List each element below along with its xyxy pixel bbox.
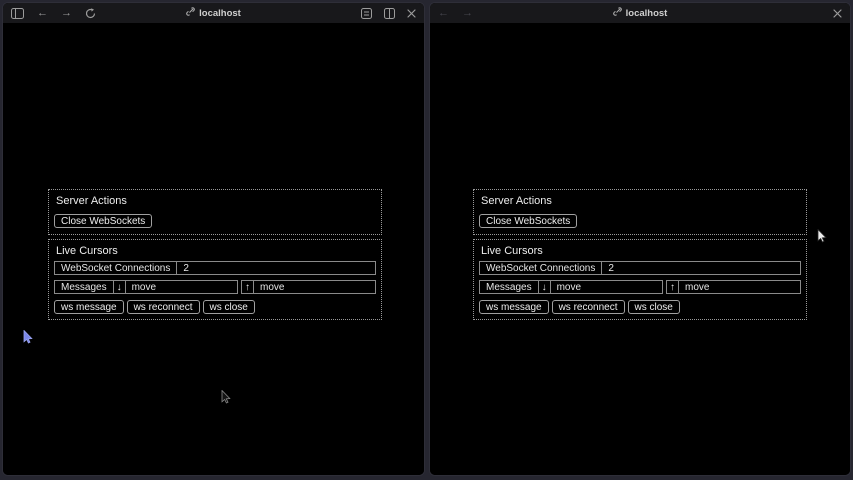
arrow-up-icon: ↑	[667, 281, 679, 293]
ws-close-button[interactable]: ws close	[628, 300, 680, 314]
connections-value: 2	[602, 262, 620, 274]
connections-value: 2	[177, 262, 195, 274]
arrow-down-icon: ↓	[114, 281, 126, 293]
server-actions-section: Server Actions Close WebSockets	[48, 189, 382, 235]
close-websockets-button[interactable]: Close WebSockets	[479, 214, 577, 228]
messages-outbound: ↑ move	[241, 280, 376, 294]
link-icon	[186, 7, 195, 19]
connections-counter: WebSocket Connections 2	[54, 261, 376, 275]
sidebar-toggle-icon[interactable]	[11, 8, 24, 19]
last-sent-message: move	[254, 281, 375, 293]
close-websockets-button[interactable]: Close WebSockets	[54, 214, 152, 228]
reader-view-icon[interactable]	[361, 8, 372, 19]
messages-inbound: Messages ↓ move	[54, 280, 238, 294]
forward-icon[interactable]: →	[462, 8, 473, 19]
ws-reconnect-button[interactable]: ws reconnect	[127, 300, 200, 314]
titlebar-left-actions	[361, 8, 416, 19]
last-sent-message: move	[679, 281, 800, 293]
page-content-right: Server Actions Close WebSockets Live Cur…	[430, 23, 850, 476]
desktop: ← → localhost	[0, 0, 853, 480]
websocket-demo-panel: Server Actions Close WebSockets Live Cur…	[48, 189, 382, 320]
websocket-demo-panel: Server Actions Close WebSockets Live Cur…	[473, 189, 807, 320]
server-actions-legend: Server Actions	[479, 194, 801, 207]
ws-message-button[interactable]: ws message	[54, 300, 124, 314]
close-icon[interactable]	[833, 9, 842, 18]
live-cursors-section: Live Cursors WebSocket Connections 2 Mes…	[473, 239, 807, 320]
messages-label: Messages	[480, 281, 539, 293]
browser-window-right: ← → localhost	[429, 2, 851, 476]
last-received-message: move	[126, 281, 237, 293]
page-content-left: Server Actions Close WebSockets Live Cur…	[3, 23, 424, 476]
titlebar-right-actions	[833, 9, 842, 18]
messages-outbound: ↑ move	[666, 280, 801, 294]
ws-close-button[interactable]: ws close	[203, 300, 255, 314]
connections-label: WebSocket Connections	[480, 262, 602, 274]
live-cursors-legend: Live Cursors	[54, 244, 376, 257]
titlebar-right[interactable]: ← → localhost	[430, 3, 850, 23]
server-actions-section: Server Actions Close WebSockets	[473, 189, 807, 235]
titlebar-left[interactable]: ← → localhost	[3, 3, 424, 23]
browser-window-left: ← → localhost	[2, 2, 425, 476]
close-icon[interactable]	[407, 9, 416, 18]
address-title-right: localhost	[430, 3, 850, 23]
page-title: localhost	[626, 8, 668, 19]
ws-message-button[interactable]: ws message	[479, 300, 549, 314]
messages-label: Messages	[55, 281, 114, 293]
forward-icon[interactable]: →	[61, 8, 72, 19]
arrow-up-icon: ↑	[242, 281, 254, 293]
back-icon[interactable]: ←	[37, 8, 48, 19]
messages-inbound: Messages ↓ move	[479, 280, 663, 294]
live-cursors-section: Live Cursors WebSocket Connections 2 Mes…	[48, 239, 382, 320]
connections-counter: WebSocket Connections 2	[479, 261, 801, 275]
titlebar-left-controls: ← →	[11, 8, 96, 19]
last-received-message: move	[551, 281, 662, 293]
connections-label: WebSocket Connections	[55, 262, 177, 274]
server-actions-legend: Server Actions	[54, 194, 376, 207]
split-view-icon[interactable]	[384, 8, 395, 19]
page-title: localhost	[199, 8, 241, 19]
live-cursors-legend: Live Cursors	[479, 244, 801, 257]
arrow-down-icon: ↓	[539, 281, 551, 293]
link-icon	[613, 7, 622, 19]
reload-icon[interactable]	[85, 8, 96, 19]
titlebar-right-controls: ← →	[438, 8, 473, 19]
ws-reconnect-button[interactable]: ws reconnect	[552, 300, 625, 314]
back-icon[interactable]: ←	[438, 8, 449, 19]
